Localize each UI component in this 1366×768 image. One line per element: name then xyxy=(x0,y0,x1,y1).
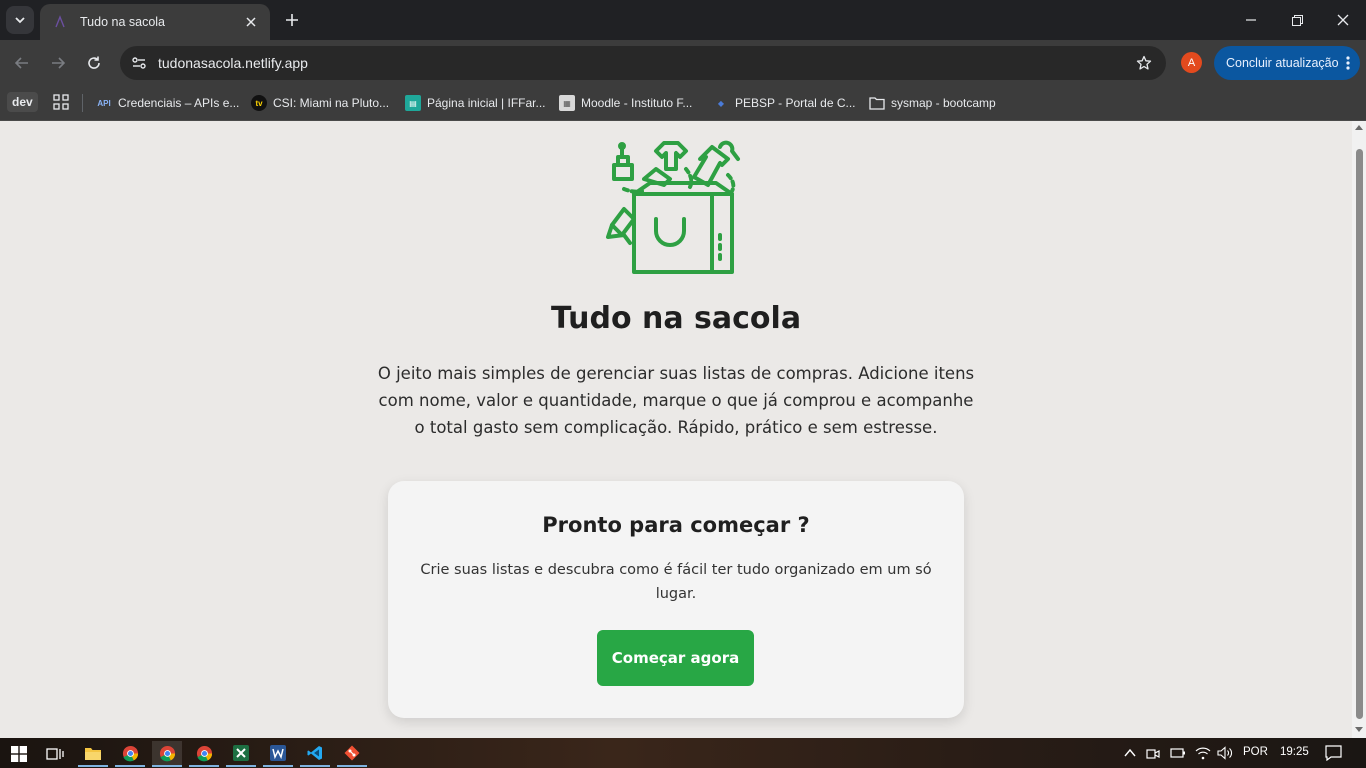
folder-icon xyxy=(85,747,101,760)
language-indicator[interactable]: POR xyxy=(1243,746,1268,758)
bookmark-credenciais[interactable]: API Credenciais – APIs e... xyxy=(96,91,239,115)
tab-title: Tudo na sacola xyxy=(80,15,166,29)
bookmark-label: Credenciais – APIs e... xyxy=(118,96,240,110)
git-icon xyxy=(344,745,360,761)
back-button[interactable] xyxy=(8,49,36,77)
arrow-right-icon xyxy=(52,57,66,69)
site-info-icon[interactable] xyxy=(122,46,156,80)
reload-button[interactable] xyxy=(80,49,108,77)
new-tab-button[interactable] xyxy=(280,8,304,32)
word-icon xyxy=(270,745,286,761)
chevron-down-icon xyxy=(15,17,25,24)
start-now-button[interactable]: Começar agora xyxy=(597,630,754,686)
notifications-icon[interactable] xyxy=(1325,745,1342,761)
chrome-icon xyxy=(122,745,138,761)
pebsp-icon: ◆ xyxy=(717,98,725,108)
chrome-icon xyxy=(159,745,175,761)
chrome-icon xyxy=(196,745,212,761)
battery-icon[interactable] xyxy=(1170,747,1186,759)
page-description: O jeito mais simples de gerenciar suas l… xyxy=(377,364,975,437)
bookmark-label: Moodle - Instituto F... xyxy=(581,96,693,110)
profile-avatar[interactable]: A xyxy=(1181,52,1202,73)
tab-strip: Tudo na sacola xyxy=(0,0,1366,40)
active-tab[interactable]: Tudo na sacola xyxy=(40,4,270,40)
tab-favicon-icon xyxy=(52,14,68,30)
taskbar-vscode[interactable] xyxy=(300,741,330,767)
task-view-icon xyxy=(46,748,64,760)
page-title: Tudo na sacola xyxy=(550,301,802,336)
minimize-icon xyxy=(1246,19,1256,21)
scroll-thumb[interactable] xyxy=(1356,149,1363,719)
taskbar-chrome-2[interactable] xyxy=(152,741,182,767)
wifi-icon[interactable] xyxy=(1195,746,1211,760)
taskbar-chrome-3[interactable] xyxy=(189,741,219,767)
shopping-bag-logo-icon xyxy=(606,140,740,274)
tab-search-button[interactable] xyxy=(6,6,34,34)
clock[interactable]: 19:25 xyxy=(1280,746,1309,758)
url-text: tudonasacola.netlify.app xyxy=(158,55,308,71)
restore-button[interactable] xyxy=(1274,0,1320,40)
forward-button[interactable] xyxy=(44,49,72,77)
volume-icon[interactable] xyxy=(1217,746,1233,760)
card-text: Crie suas listas e descubra como é fácil… xyxy=(420,562,932,602)
apps-grid-icon[interactable] xyxy=(52,93,70,111)
bookmark-iffar[interactable]: ▤ Página inicial | IFFar... xyxy=(405,91,546,115)
update-button[interactable]: Concluir atualização xyxy=(1214,46,1360,80)
windows-logo-icon xyxy=(11,746,27,762)
iffar-icon: ▤ xyxy=(405,95,421,111)
taskbar-word[interactable] xyxy=(263,741,293,767)
tv-icon: tv xyxy=(251,95,267,111)
page-scrollbar[interactable] xyxy=(1352,121,1366,738)
browser-toolbar: tudonasacola.netlify.app A Concluir atua… xyxy=(0,40,1366,86)
reload-icon xyxy=(88,56,100,69)
close-window-button[interactable] xyxy=(1320,0,1366,40)
moodle-icon: ▦ xyxy=(559,95,575,111)
taskbar-chrome-1[interactable] xyxy=(115,741,145,767)
page-content: Tudo na sacola O jeito mais simples de g… xyxy=(0,121,1352,738)
bookmark-moodle[interactable]: ▦ Moodle - Instituto F... xyxy=(559,91,692,115)
bookmarks-bar: dev API Credenciais – APIs e... tv CSI: … xyxy=(0,86,1366,121)
scroll-up-arrow-icon[interactable] xyxy=(1355,125,1363,130)
bookmark-folder-sysmap[interactable]: sysmap - bootcamp xyxy=(869,91,996,115)
bookmark-dev[interactable]: dev xyxy=(7,92,38,112)
bookmark-label: Página inicial | IFFar... xyxy=(427,96,546,110)
bookmark-label: sysmap - bootcamp xyxy=(891,96,996,110)
more-vert-icon xyxy=(1346,56,1350,70)
arrow-left-icon xyxy=(14,57,28,69)
excel-icon xyxy=(233,745,249,761)
get-started-card: Pronto para começar ? Crie suas listas e… xyxy=(388,481,964,718)
folder-icon xyxy=(869,95,885,111)
update-label: Concluir atualização xyxy=(1226,56,1339,70)
bookmark-csi-miami[interactable]: tv CSI: Miami na Pluto... xyxy=(251,91,389,115)
close-tab-icon[interactable] xyxy=(242,13,260,31)
taskbar-git[interactable] xyxy=(337,741,367,767)
plus-icon xyxy=(286,14,298,26)
card-title: Pronto para começar ? xyxy=(542,513,810,537)
start-button[interactable] xyxy=(4,741,34,767)
taskbar-excel[interactable] xyxy=(226,741,256,767)
api-icon: API xyxy=(97,98,111,108)
bookmark-label: CSI: Miami na Pluto... xyxy=(273,96,390,110)
windows-taskbar: POR 19:25 xyxy=(0,738,1366,768)
bookmarks-separator xyxy=(82,94,83,112)
address-bar[interactable]: tudonasacola.netlify.app xyxy=(120,46,1166,80)
tray-expand-icon[interactable] xyxy=(1124,748,1136,758)
bookmark-pebsp[interactable]: ◆ PEBSP - Portal de C... xyxy=(713,91,856,115)
bookmark-label: PEBSP - Portal de C... xyxy=(735,96,856,110)
bookmark-star-icon[interactable] xyxy=(1128,47,1160,79)
vscode-icon xyxy=(307,746,322,760)
task-view-button[interactable] xyxy=(40,741,70,767)
taskbar-file-explorer[interactable] xyxy=(78,741,108,767)
meet-now-icon[interactable] xyxy=(1146,746,1160,760)
scroll-down-arrow-icon[interactable] xyxy=(1355,727,1363,732)
minimize-button[interactable] xyxy=(1228,0,1274,40)
restore-icon xyxy=(1291,14,1303,26)
close-icon xyxy=(1337,14,1349,26)
